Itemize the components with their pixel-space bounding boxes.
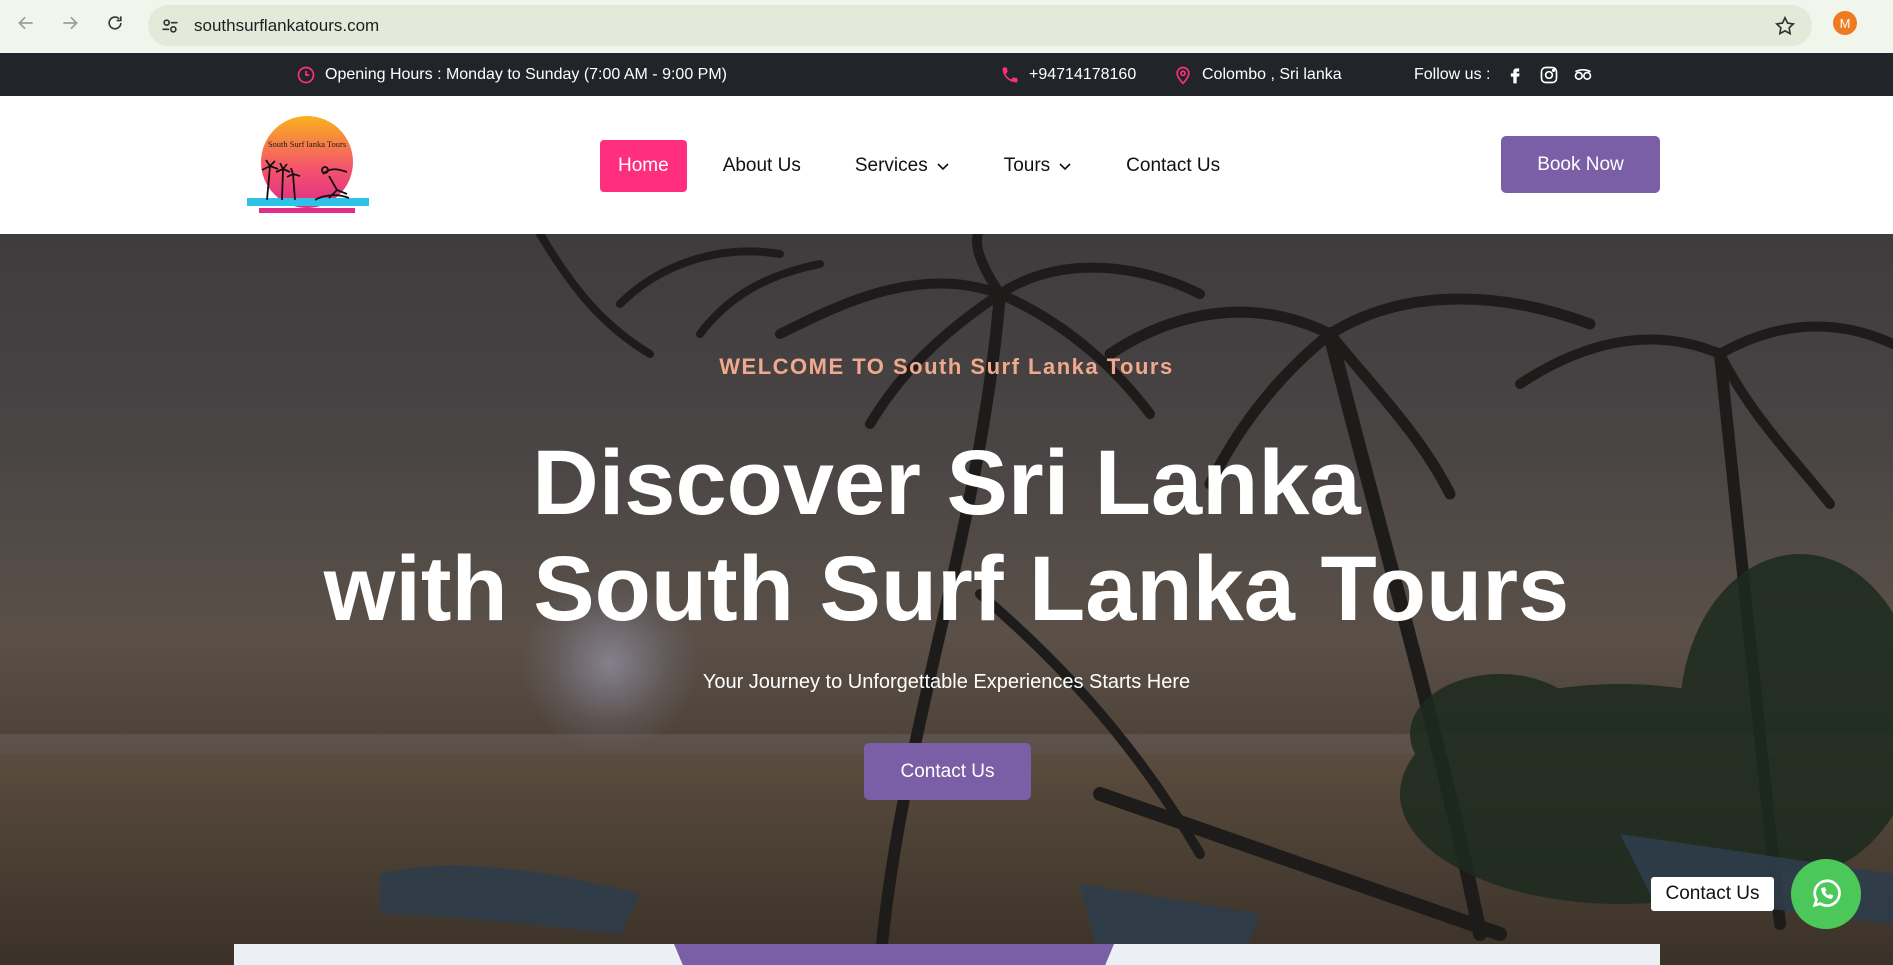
site-header: South Surf lanka Tours Home About Us Ser… (0, 96, 1893, 234)
location: Colombo , Sri lanka (1173, 53, 1342, 96)
phone-text[interactable]: +94714178160 (1029, 66, 1136, 84)
feature-card-highlight (674, 944, 1114, 965)
instagram-icon[interactable] (1539, 65, 1559, 85)
hero-headline-line2: with South Surf Lanka Tours (323, 538, 1570, 640)
book-now-button[interactable]: Book Now (1501, 136, 1660, 193)
nav-home[interactable]: Home (600, 140, 687, 192)
site-settings-icon[interactable] (160, 16, 180, 36)
browser-toolbar: southsurflankatours.com M (0, 0, 1893, 53)
whatsapp-button[interactable] (1791, 859, 1861, 929)
address-bar[interactable]: southsurflankatours.com (148, 5, 1812, 46)
nav-about-us-label: About Us (722, 155, 801, 176)
hero-contact-us-button[interactable]: Contact Us (864, 743, 1031, 800)
hero-headline-line1: Discover Sri Lanka (532, 432, 1361, 534)
svg-text:South Surf lanka Tours: South Surf lanka Tours (268, 139, 346, 149)
phone-icon (1002, 67, 1018, 82)
url-text[interactable]: southsurflankatours.com (194, 16, 379, 36)
bookmark-star-icon[interactable] (1774, 15, 1796, 37)
nav-contact-us[interactable]: Contact Us (1108, 140, 1238, 192)
reload-icon[interactable] (103, 11, 127, 35)
location-text: Colombo , Sri lanka (1202, 65, 1342, 83)
chevron-down-icon (1059, 163, 1071, 171)
opening-hours: Opening Hours : Monday to Sunday (7:00 A… (296, 53, 727, 96)
nav-tours[interactable]: Tours (986, 140, 1090, 192)
nav-about-us[interactable]: About Us (705, 140, 819, 192)
nav-services-label: Services (854, 155, 928, 176)
chevron-down-icon (937, 163, 949, 171)
nav-contact-us-label: Contact Us (1126, 155, 1221, 176)
nav-home-label: Home (618, 155, 669, 176)
main-nav: Home About Us Services Tours Contact Us (600, 140, 1256, 192)
clock-icon (297, 66, 315, 83)
nav-tours-label: Tours (1003, 155, 1051, 176)
top-info-bar: Opening Hours : Monday to Sunday (7:00 A… (0, 53, 1893, 96)
feature-cards-strip (234, 944, 1660, 965)
hero-subtitle: Your Journey to Unforgettable Experience… (702, 671, 1191, 693)
hero-headline: Discover Sri Lanka with South Surf Lanka… (0, 430, 1893, 642)
follow-us: Follow us : (1414, 53, 1593, 96)
brand-logo[interactable]: South Surf lanka Tours (237, 114, 381, 218)
phone-contact[interactable]: +94714178160 (1000, 53, 1136, 96)
opening-hours-text: Opening Hours : Monday to Sunday (7:00 A… (325, 65, 727, 83)
tripadvisor-icon[interactable] (1573, 65, 1593, 85)
whatsapp-contact-label[interactable]: Contact Us (1651, 877, 1774, 911)
map-pin-icon (1176, 66, 1190, 85)
facebook-icon[interactable] (1505, 65, 1525, 85)
hero-section: WELCOME TO South Surf Lanka Tours Discov… (0, 234, 1893, 965)
follow-label: Follow us : (1414, 65, 1491, 83)
back-icon[interactable] (14, 11, 38, 35)
forward-icon[interactable] (58, 11, 82, 35)
welcome-tagline: WELCOME TO South Surf Lanka Tours (719, 354, 1174, 379)
nav-services[interactable]: Services (837, 140, 968, 192)
profile-avatar[interactable]: M (1833, 11, 1857, 35)
whatsapp-icon (1812, 879, 1841, 908)
